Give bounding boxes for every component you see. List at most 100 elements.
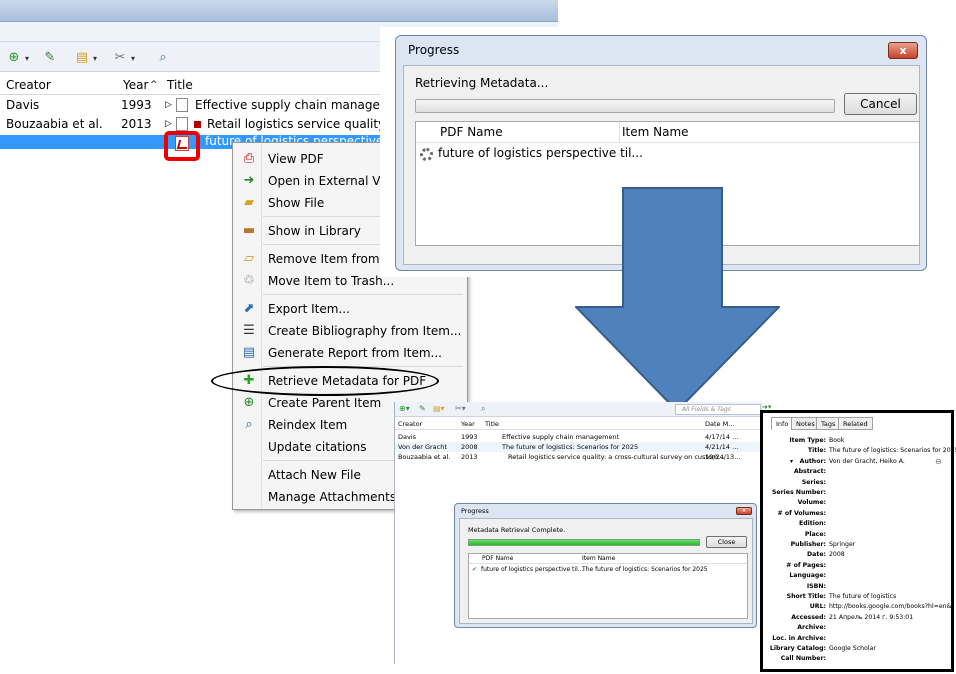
new-note-icon[interactable]: ▤▾ [433,404,445,413]
info-field-row[interactable]: Call Number: [763,655,953,665]
column-title[interactable]: Title [167,78,193,92]
column-year[interactable]: Year [461,420,475,428]
document-icon [176,98,188,112]
chevron-down-icon[interactable]: ▾ [25,54,29,63]
menu-item-label: Update citations [268,440,367,454]
list-item[interactable]: ✔ future of logistics perspective til...… [469,566,747,576]
info-field-row[interactable]: Date: 2008 [763,551,953,561]
field-value[interactable]: Von der Gracht, Heiko A. [829,458,905,465]
paperclip-icon[interactable]: ✂▾ [455,404,466,413]
document-icon [176,117,188,131]
info-field-row[interactable]: Title: The future of logistics: Scenarios… [763,447,956,457]
info-field-row[interactable]: Place: [763,531,953,541]
list-item[interactable]: future of logistics perspective til... [416,146,919,164]
field-value[interactable]: Book [829,437,844,444]
field-value[interactable]: 21 Апрель 2014 г. 9:53:01 [829,614,913,621]
paperclip-icon[interactable]: ✂ [112,50,128,66]
field-label: Date: [807,551,826,559]
column-item-name[interactable]: Item Name [582,555,615,562]
menu-item-create-bibliography[interactable]: ☰ Create Bibliography from Item... [233,320,467,342]
info-field-row[interactable]: Library Catalog: Google Scholar [763,645,953,655]
field-label: Title: [807,447,826,455]
info-field-row[interactable]: Loc. in Archive: [763,635,953,645]
search-icon[interactable]: ⌕ [155,50,171,66]
column-pdf-name[interactable]: PDF Name [482,555,513,562]
column-title[interactable]: Title [485,420,499,428]
remove-author-icon[interactable]: ⊖ [935,457,942,466]
tab-info[interactable]: Info [771,417,794,430]
table-row[interactable]: Von der Gracht 2008 The future of logist… [395,442,763,452]
cancel-button[interactable]: Cancel [844,93,917,115]
row-pdf-name: future of logistics perspective til... [481,566,584,573]
info-field-row[interactable]: Accessed: 21 Апрель 2014 г. 9:53:01 [763,614,953,624]
info-field-row[interactable]: Item Type: Book [763,437,953,447]
field-label: Accessed: [791,613,826,621]
menu-item-label: Create Bibliography from Item... [268,324,462,338]
field-value[interactable]: http://books.google.com/books?hl=en& [829,603,951,610]
field-value[interactable]: 2008 [829,551,845,558]
info-field-row[interactable]: Archive: [763,624,953,634]
menu-item-label: Reindex Item [268,418,348,432]
info-field-row[interactable]: # of Pages: [763,562,953,572]
column-year[interactable]: Year [123,78,148,92]
row-title: Effective supply chain management [502,433,620,441]
reindex-icon: ⌕ [245,417,253,432]
info-field-row[interactable]: Publisher: Springer [763,541,953,551]
info-field-row[interactable]: Author: Von der Gracht, Heiko A. ▾ ⊖ [763,457,953,468]
tab-related[interactable]: Related [838,417,873,430]
row-date: 10/24/13... [705,453,741,461]
wand-icon[interactable]: ✎ [42,50,58,66]
info-field-row[interactable]: Short Title: The future of logistics [763,593,953,603]
row-item-name: The future of logistics: Scenarios for 2… [582,566,708,573]
column-pdf-name[interactable]: PDF Name [440,125,503,139]
field-label: Place: [804,530,826,538]
field-value[interactable]: The future of logistics [829,593,896,600]
column-date-modified[interactable]: Date M... [705,420,734,428]
tab-tags[interactable]: Tags [816,417,841,430]
info-field-row[interactable]: Series: [763,479,953,489]
info-field-row[interactable]: Abstract: [763,468,953,478]
close-button[interactable]: x [888,42,918,59]
info-field-row[interactable]: URL: http://books.google.com/books?hl=en& [763,603,953,613]
highlight-ellipse [211,366,439,396]
column-separator [619,122,620,143]
column-creator[interactable]: Creator [398,420,422,428]
dialog-title: Progress [408,43,460,57]
close-dialog-button[interactable]: Close [706,536,747,548]
table-row[interactable]: Bouzaabia et al. 2013 ▷ Retail logistics… [0,116,415,134]
menu-item-label: Manage Attachments [268,490,397,504]
info-field-row[interactable]: ISBN: [763,583,953,593]
menu-item-export[interactable]: ⬈ Export Item... [233,298,467,320]
info-field-row[interactable]: Series Number: [763,489,953,499]
column-item-name[interactable]: Item Name [622,125,689,139]
column-creator[interactable]: Creator [6,78,51,92]
field-value[interactable]: Springer [829,541,855,548]
search-icon[interactable]: ⌕ [481,404,485,414]
new-item-icon[interactable]: ⊕ [6,50,22,66]
expand-twisty-icon[interactable]: ▷ [165,100,172,110]
row-year: 2013 [121,117,152,131]
chevron-down-icon[interactable]: ▾ [790,458,793,465]
table-row[interactable]: Bouzaabia et al. 2013 Retail logistics s… [395,452,763,462]
expand-twisty-icon[interactable]: ▷ [165,119,172,129]
chevron-down-icon[interactable]: ▾ [93,54,97,63]
bibliography-icon: ☰ [243,323,255,338]
new-note-icon[interactable]: ▤ [74,50,90,66]
field-value[interactable]: The future of logistics: Scenarios for 2… [829,447,956,454]
close-button[interactable]: x [736,507,752,515]
wand-icon[interactable]: ✎ [419,404,426,413]
search-input[interactable]: All Fields & Tags [675,404,761,415]
menu-item-generate-report[interactable]: ▤ Generate Report from Item... [233,342,467,364]
info-field-row[interactable]: Language: [763,572,953,582]
table-row[interactable]: Davis 1993 ▷ Effective supply chain mana… [0,97,411,115]
info-field-row[interactable]: # of Volumes: [763,510,953,520]
chevron-down-icon[interactable]: ▾ [131,54,135,63]
info-field-row[interactable]: Edition: [763,520,953,530]
new-item-icon[interactable]: ⊕▾ [399,404,410,413]
row-title: Effective supply chain management [195,98,412,112]
table-row[interactable]: Davis 1993 Effective supply chain manage… [395,432,763,442]
field-value[interactable]: Google Scholar [829,645,876,652]
info-field-row[interactable]: Volume: [763,499,953,509]
menu-separator [263,294,463,295]
items-column-header: Creator Year Title Date M... [395,419,763,430]
